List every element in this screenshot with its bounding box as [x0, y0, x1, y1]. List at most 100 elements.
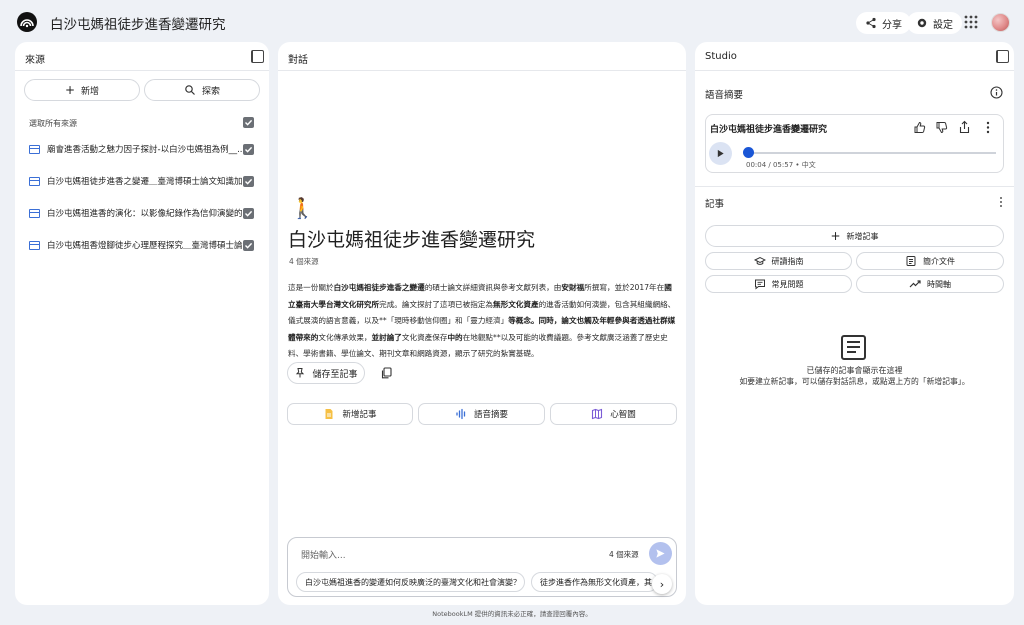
mind-map-action-button[interactable]: 心智圖 [550, 403, 677, 425]
source-item[interactable]: 白沙屯媽祖徒步進香之變遷＿臺灣博碩士論文知識加... [29, 174, 251, 188]
divider [15, 70, 269, 71]
check-icon [245, 119, 253, 126]
play-icon [717, 149, 724, 158]
faq-button[interactable]: 常見問題 [705, 275, 852, 293]
suggested-question-chip[interactable]: 白沙屯媽祖進香的變遷如何反映廣泛的臺灣文化和社會演變？ [296, 572, 525, 592]
thumbs-down-icon[interactable] [935, 121, 948, 134]
select-all-label: 選取所有來源 [29, 119, 77, 128]
source-checkbox[interactable] [243, 208, 254, 219]
briefing-doc-label: 簡介文件 [923, 256, 955, 266]
add-note-action-button[interactable]: 新增記事 [287, 403, 413, 425]
audio-overview-action-button[interactable]: 語音摘要 [418, 403, 545, 425]
plus-icon: + [830, 229, 841, 243]
notebooklm-logo-icon[interactable] [17, 12, 37, 32]
source-checkbox[interactable] [243, 144, 254, 155]
timeline-label: 時間軸 [927, 279, 951, 289]
add-source-button[interactable]: + 新增 [24, 79, 140, 101]
web-source-icon [29, 144, 40, 154]
briefing-doc-button[interactable]: 簡介文件 [856, 252, 1004, 270]
document-icon [906, 256, 916, 266]
suggested-question-chip[interactable]: 徒步進香作為無形文化資產，其 [531, 572, 658, 592]
source-checkbox[interactable] [243, 176, 254, 187]
summary-bold: 白沙屯媽祖徒步進香之變遷 [333, 283, 425, 292]
audio-overview-heading: 語音摘要 [705, 90, 744, 101]
sources-panel-title: 來源 [25, 55, 45, 66]
faq-label: 常見問題 [771, 279, 804, 289]
add-source-label: 新增 [81, 86, 100, 97]
play-button[interactable] [709, 142, 732, 165]
select-all-checkbox[interactable] [243, 117, 254, 128]
divider [278, 70, 686, 71]
source-title: 白沙屯媽祖香燈腳徒步心理歷程探究＿臺灣博碩士論... [47, 241, 251, 251]
notebook-title[interactable]: 白沙屯媽祖徒步進香變遷研究 [50, 13, 226, 33]
more-vert-icon[interactable] [997, 196, 1005, 208]
plus-icon: + [64, 83, 76, 97]
more-vert-icon[interactable] [984, 121, 992, 134]
notes-empty-hint: 如要建立新記事，可以儲存對話訊息，或點選上方的「新增記事」。 [739, 377, 970, 386]
summary-bold: 安財福 [561, 283, 585, 292]
discover-button[interactable]: 探索 [144, 79, 260, 101]
save-to-note-button[interactable]: 儲存至記事 [287, 362, 365, 384]
graduation-cap-icon [753, 256, 766, 265]
notes-heading: 記事 [705, 199, 725, 210]
web-source-icon [29, 240, 40, 250]
add-note-button[interactable]: + 新增記事 [705, 225, 1004, 247]
disclaimer: NotebookLM 提供的資訊未必正確，請查證回覆內容。 [432, 610, 592, 618]
summary-text: 的碩士論文詳細資訊與參考文獻列表，由 [424, 283, 562, 292]
notebook-emoji: 🚶 [290, 196, 315, 220]
summary-bold: 中的 [447, 332, 463, 342]
check-icon [245, 178, 253, 185]
chat-input-placeholder[interactable]: 開始輸入... [301, 548, 346, 561]
summary-text: 所撰寫，並於2017年在 [584, 283, 665, 292]
share-export-icon[interactable] [958, 120, 971, 134]
summary-text: 文化資產保存 [401, 332, 448, 342]
save-to-note-label: 儲存至記事 [312, 369, 358, 380]
send-button[interactable] [649, 542, 672, 565]
info-icon[interactable] [990, 86, 1003, 99]
summary-text: 完成。論文探討了這項已被指定為 [379, 299, 494, 309]
share-label: 分享 [882, 19, 902, 31]
top-bar: 白沙屯媽祖徒步進香變遷研究 分享 設定 [0, 0, 1024, 44]
share-button[interactable]: 分享 [856, 12, 911, 34]
avatar[interactable] [991, 13, 1010, 32]
share-icon [866, 17, 876, 29]
study-guide-label: 研讀指南 [771, 256, 804, 266]
web-source-icon [29, 176, 40, 186]
check-icon [245, 210, 253, 217]
source-item[interactable]: 白沙屯媽祖香燈腳徒步心理歷程探究＿臺灣博碩士論... [29, 238, 251, 252]
notebook-summary: 這是一份關於白沙屯媽祖徒步進香之變遷的碩士論文詳細資訊與參考文獻列表，由安財福所… [288, 280, 678, 363]
chat-panel-title: 對話 [288, 55, 308, 66]
source-item[interactable]: 白沙屯媽祖進香的演化：以影像紀錄作為信仰演變的... [29, 206, 251, 220]
pin-icon [296, 368, 305, 378]
summary-text: 文化傳承效果， [318, 332, 372, 342]
add-note-label: 新增記事 [846, 231, 879, 241]
audio-title: 白沙屯媽祖徒步進香變遷研究 [710, 125, 828, 135]
timeline-button[interactable]: 時間軸 [856, 275, 1004, 293]
audio-progress-track[interactable] [746, 152, 996, 154]
notebook-heading: 白沙屯媽祖徒步進香變遷研究 [288, 229, 536, 251]
check-icon [245, 146, 253, 153]
notes-empty-title: 已儲存的記事會顯示在這裡 [806, 366, 903, 375]
summary-bold: 無形文化資產 [493, 299, 539, 309]
study-guide-button[interactable]: 研讀指南 [705, 252, 852, 270]
source-count: 4 個來源 [289, 257, 319, 266]
web-source-icon [29, 208, 40, 218]
check-icon [245, 242, 253, 249]
copy-icon[interactable] [381, 367, 392, 379]
collapse-studio-icon[interactable] [996, 50, 1009, 63]
source-title: 白沙屯媽祖徒步進香之變遷＿臺灣博碩士論文知識加... [47, 177, 251, 187]
search-sparkle-icon [185, 85, 195, 95]
collapse-sources-icon[interactable] [251, 50, 264, 63]
waveform-icon [456, 408, 466, 420]
add-note-action-label: 新增記事 [342, 410, 377, 420]
send-icon [656, 549, 665, 558]
source-checkbox[interactable] [243, 240, 254, 251]
settings-button[interactable]: 設定 [907, 12, 962, 34]
source-item[interactable]: 廟會進香活動之魅力因子探討-以白沙屯媽祖為例__... [29, 142, 245, 156]
chat-bubble-icon [754, 279, 765, 290]
chevron-right-icon[interactable]: › [652, 574, 672, 594]
apps-grid-icon[interactable] [964, 15, 978, 29]
trending-line-icon [909, 280, 921, 288]
mind-map-action-label: 心智圖 [610, 410, 636, 420]
thumbs-up-icon[interactable] [913, 121, 926, 134]
